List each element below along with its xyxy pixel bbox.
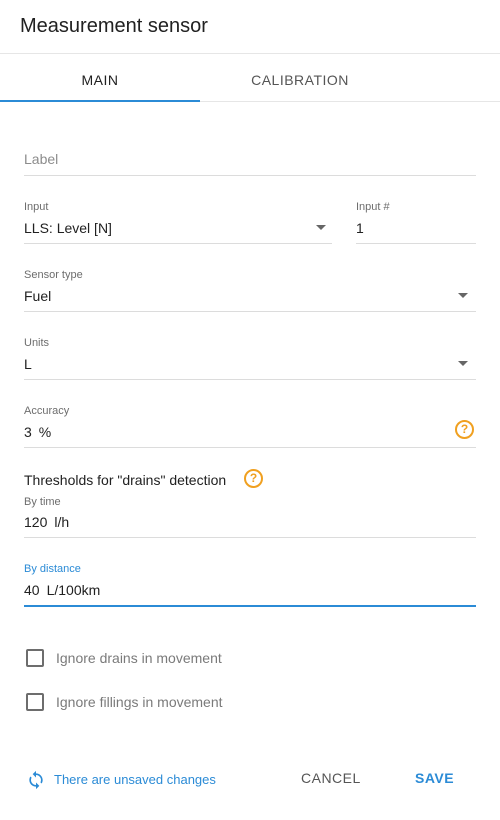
thresholds-title: Thresholds for "drains" detection (24, 472, 227, 488)
sensor-type-label: Sensor type (24, 269, 83, 281)
input-number-label: Input # (356, 201, 390, 213)
cancel-button[interactable]: CANCEL (301, 770, 361, 786)
by-distance-field[interactable]: By distance 40 L/100km (24, 561, 476, 607)
ignore-drains-checkbox[interactable] (26, 649, 44, 667)
label-placeholder: Label (24, 151, 59, 167)
accuracy-label: Accuracy (24, 405, 70, 417)
help-icon[interactable]: ? (455, 420, 474, 439)
unsaved-changes-text: There are unsaved changes (54, 772, 216, 787)
dialog-header: Measurement sensor (0, 0, 500, 54)
input-select[interactable]: Input LLS: Level [N] (24, 198, 332, 244)
help-icon[interactable]: ? (244, 469, 263, 488)
input-label: Input (24, 201, 49, 213)
units-select[interactable]: Units L (24, 334, 476, 380)
sensor-type-select[interactable]: Sensor type Fuel (24, 266, 476, 312)
label-input[interactable]: Label (24, 145, 476, 176)
by-time-label: By time (24, 496, 61, 508)
by-time-value: 120 l/h (24, 514, 69, 530)
by-distance-label: By distance (24, 563, 81, 575)
by-distance-value: 40 L/100km (24, 582, 100, 598)
dropdown-arrow-icon (458, 293, 468, 298)
accuracy-value: 3% (24, 424, 51, 440)
sync-icon (29, 770, 43, 790)
tab-bar: MAIN CALIBRATION (0, 55, 500, 102)
by-distance-unit: L/100km (46, 582, 101, 598)
accuracy-field[interactable]: Accuracy 3% ? (24, 402, 476, 448)
by-distance-number: 40 (24, 582, 40, 598)
units-label: Units (24, 337, 50, 349)
input-number-field[interactable]: Input # 1 (356, 198, 476, 244)
dialog-title: Measurement sensor (20, 15, 208, 37)
ignore-fillings-label[interactable]: Ignore fillings in movement (56, 694, 223, 710)
dialog-footer: There are unsaved changes CANCEL SAVE (0, 760, 500, 800)
input-number-value: 1 (356, 220, 364, 236)
sensor-type-value: Fuel (24, 288, 52, 304)
ignore-drains-label[interactable]: Ignore drains in movement (56, 650, 222, 666)
units-value: L (24, 356, 32, 372)
by-time-field[interactable]: By time 120 l/h (24, 493, 476, 538)
dropdown-arrow-icon (458, 361, 468, 366)
dropdown-arrow-icon (316, 225, 326, 230)
measurement-sensor-dialog: Measurement sensor MAIN CALIBRATION Labe… (0, 0, 500, 820)
save-button[interactable]: SAVE (415, 770, 454, 786)
input-value: LLS: Level [N] (24, 220, 112, 236)
accuracy-unit: % (38, 424, 52, 440)
by-time-number: 120 (24, 514, 48, 530)
accuracy-number: 3 (24, 424, 32, 440)
active-tab-indicator (0, 100, 200, 102)
by-time-unit: l/h (54, 514, 70, 530)
tab-calibration[interactable]: CALIBRATION (200, 55, 400, 102)
tab-main[interactable]: MAIN (0, 55, 200, 102)
ignore-fillings-checkbox[interactable] (26, 693, 44, 711)
